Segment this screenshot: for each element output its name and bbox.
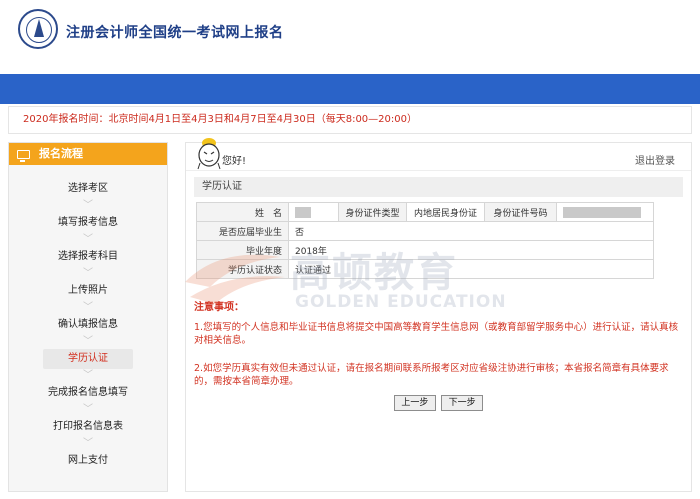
cartoon-avatar-icon [197, 138, 221, 170]
graduate-value: 否 [288, 221, 654, 241]
id-number-label: 身份证件号码 [484, 202, 557, 222]
chevron-down-icon: ﹀ [83, 438, 93, 449]
navigation-buttons: 上一步 下一步 [186, 395, 691, 411]
table-row: 毕业年度 2018年 [196, 240, 654, 260]
table-row: 是否应届毕业生 否 [196, 221, 654, 241]
education-info-table: 姓 名 身份证件类型 内地居民身份证 身份证件号码 是否应届毕业生 否 毕业年度… [196, 202, 654, 279]
notes-title: 注意事项： [194, 302, 244, 313]
name-label: 姓 名 [196, 202, 289, 222]
graduation-year-label: 毕业年度 [196, 240, 289, 260]
step-select-subjects[interactable]: 选择报考科目 [43, 247, 133, 267]
note-2: 2.如您学历真实有效但未通过认证，请在报名期间联系所报考区对应省级注协进行审核；… [194, 363, 669, 387]
redacted-id-number [563, 206, 641, 218]
chevron-down-icon: ﹀ [83, 234, 93, 245]
name-value [288, 202, 339, 222]
chevron-down-icon: ﹀ [83, 336, 93, 347]
id-type-value: 内地居民身份证 [406, 202, 485, 222]
next-step-button[interactable]: 下一步 [441, 395, 484, 411]
step-education-verification[interactable]: 学历认证 [43, 349, 133, 369]
step-list: 选择考区 ﹀ 填写报考信息 ﹀ 选择报考科目 ﹀ 上传照片 ﹀ 确认填报信息 ﹀… [9, 165, 167, 471]
section-title: 学历认证 [194, 177, 683, 197]
step-complete-info[interactable]: 完成报名信息填写 [43, 383, 133, 403]
step-fill-application[interactable]: 填写报考信息 [43, 213, 133, 233]
step-print-form[interactable]: 打印报名信息表 [43, 417, 133, 437]
chevron-down-icon: ﹀ [83, 268, 93, 279]
chevron-down-icon: ﹀ [83, 404, 93, 415]
logout-link[interactable]: 退出登录 [635, 152, 675, 167]
graduation-year-value: 2018年 [288, 240, 654, 260]
process-sidebar: 报名流程 选择考区 ﹀ 填写报考信息 ﹀ 选择报考科目 ﹀ 上传照片 ﹀ 确认填… [8, 142, 168, 492]
id-number-value [556, 202, 654, 222]
panel-top-bar: 您好! 退出登录 [186, 138, 691, 171]
monitor-icon [17, 149, 30, 162]
step-select-exam-area[interactable]: 选择考区 [43, 179, 133, 199]
previous-step-button[interactable]: 上一步 [393, 395, 436, 411]
note-1: 1.您填写的个人信息和毕业证书信息将提交中国高等教育学生信息网（或教育部留学服务… [194, 322, 679, 346]
step-confirm-info[interactable]: 确认填报信息 [43, 315, 133, 335]
cicpa-logo [18, 9, 58, 49]
step-online-payment[interactable]: 网上支付 [43, 451, 133, 471]
registration-time-notice: 2020年报名时间：北京时间4月1日至4月3日和4月7日至4月30日（每天8:0… [8, 106, 692, 134]
graduate-label: 是否应届毕业生 [196, 221, 289, 241]
chevron-down-icon: ﹀ [83, 302, 93, 313]
site-header: 注册会计师全国统一考试网上报名 [0, 0, 700, 74]
nav-bar [0, 74, 700, 104]
step-upload-photo[interactable]: 上传照片 [43, 281, 133, 301]
id-type-label: 身份证件类型 [338, 202, 407, 222]
table-row: 姓 名 身份证件类型 内地居民身份证 身份证件号码 [196, 202, 654, 222]
main-panel: 您好! 退出登录 学历认证 姓 名 身份证件类型 内地居民身份证 身份证件号码 … [185, 138, 692, 492]
redacted-name [295, 206, 311, 218]
table-row: 学历认证状态 认证通过 [196, 259, 654, 279]
sidebar-title: 报名流程 [39, 147, 83, 160]
site-title: 注册会计师全国统一考试网上报名 [66, 25, 284, 41]
greeting-text: 您好! [222, 156, 247, 167]
sidebar-header: 报名流程 [9, 143, 167, 165]
verification-status-label: 学历认证状态 [196, 259, 289, 279]
chevron-down-icon: ﹀ [83, 370, 93, 381]
chevron-down-icon: ﹀ [83, 200, 93, 211]
verification-status-value: 认证通过 [288, 259, 654, 279]
